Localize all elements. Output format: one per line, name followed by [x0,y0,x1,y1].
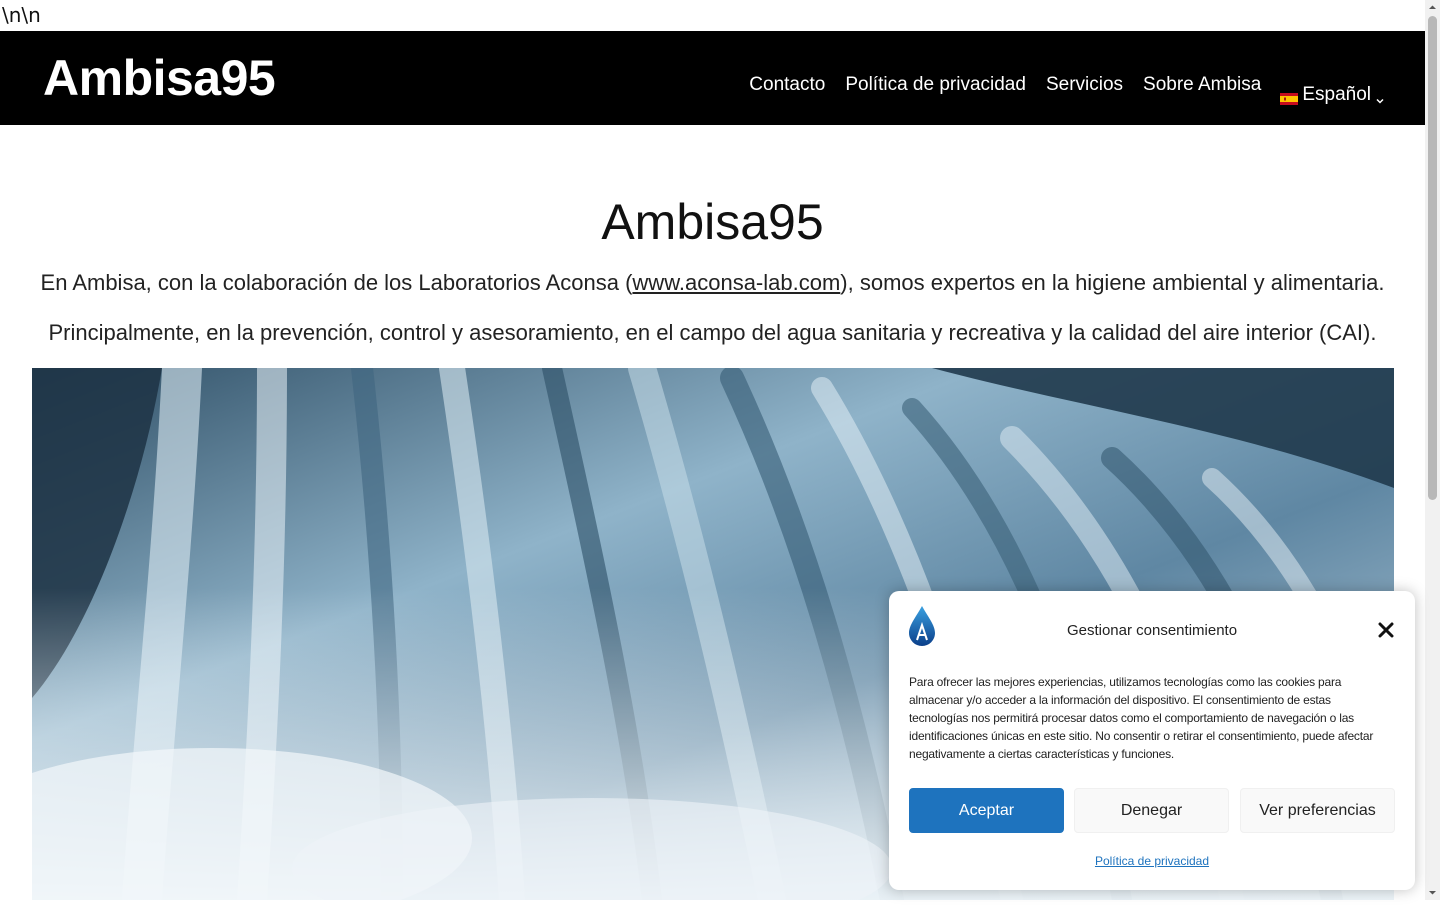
language-label: Español [1302,84,1371,105]
page-scrollbar[interactable] [1425,0,1440,900]
page-heading: Ambisa95 [601,194,824,250]
site-title[interactable]: Ambisa95 [43,49,276,107]
privacy-policy-link[interactable]: Política de privacidad [889,854,1415,868]
intro-text-after: ), somos expertos en la higiene ambienta… [840,270,1385,295]
stray-text: \n\n [2,3,41,27]
cookie-consent-panel: Gestionar consentimiento Para ofrecer la… [889,591,1415,890]
scrollbar-thumb[interactable] [1428,16,1437,500]
intro-paragraph-2: Principalmente, en la prevención, contro… [48,320,1377,345]
language-switcher[interactable]: Español [1280,84,1385,106]
intro-paragraph-1: En Ambisa, con la colaboración de los La… [0,268,1425,298]
cookie-message: Para ofrecer las mejores experiencias, u… [909,675,1374,761]
view-preferences-button[interactable]: Ver preferencias [1240,788,1395,833]
main-nav: Contacto Política de privacidad Servicio… [729,64,1385,106]
accept-button[interactable]: Aceptar [909,788,1064,833]
nav-item-servicios[interactable]: Servicios [1046,74,1123,96]
nav-item-politica-privacidad[interactable]: Política de privacidad [845,74,1026,96]
aconsa-link[interactable]: www.aconsa-lab.com [632,270,840,295]
nav-item-contacto[interactable]: Contacto [749,74,825,96]
chevron-down-icon [1375,90,1385,104]
site-header: Ambisa95 Contacto Política de privacidad… [0,31,1425,125]
cookie-title: Gestionar consentimiento [1066,622,1238,639]
close-icon[interactable] [1377,621,1395,639]
nav-item-sobre-ambisa[interactable]: Sobre Ambisa [1143,74,1261,96]
scroll-down-arrow-icon[interactable] [1425,885,1440,900]
intro-text-before: En Ambisa, con la colaboración de los La… [40,270,633,295]
scroll-up-arrow-icon[interactable] [1425,0,1440,15]
spain-flag-icon [1280,89,1299,105]
deny-button[interactable]: Denegar [1074,788,1229,833]
